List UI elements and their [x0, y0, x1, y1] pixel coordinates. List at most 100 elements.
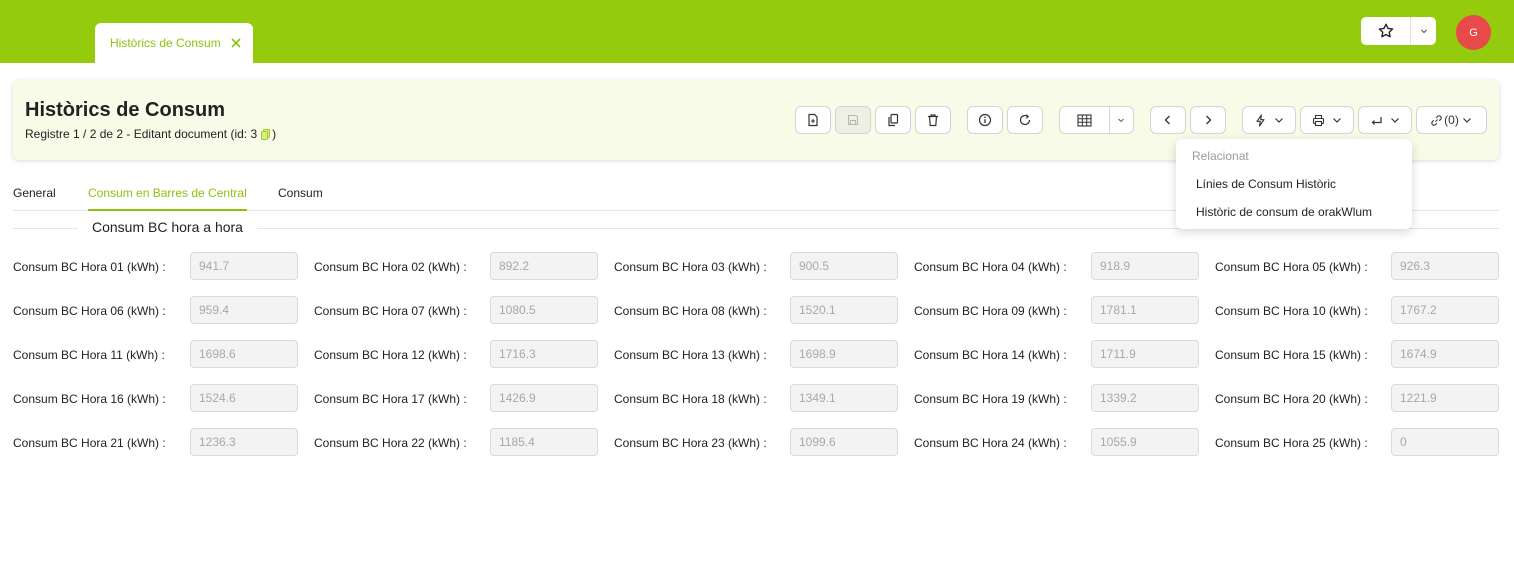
consum-hora-21-input[interactable]: 1236.3	[190, 428, 298, 456]
tab-general[interactable]: General	[13, 186, 56, 211]
trash-icon	[928, 114, 938, 127]
relate-button[interactable]	[1358, 106, 1412, 134]
field-label-hora-11: Consum BC Hora 11 (kWh) :	[13, 348, 165, 362]
links-button[interactable]: (0)	[1416, 106, 1487, 134]
close-icon[interactable]	[229, 36, 243, 50]
chevron-down-icon	[1118, 118, 1125, 123]
info-button[interactable]	[967, 106, 1003, 134]
chevron-down-icon	[1274, 118, 1283, 123]
consum-hora-23-input[interactable]: 1099.6	[790, 428, 898, 456]
consum-hora-22-input[interactable]: 1185.4	[490, 428, 598, 456]
document-tab[interactable]: Històrics de Consum	[95, 23, 253, 63]
favorites-menu-button[interactable]	[1411, 17, 1436, 45]
record-info: Registre 1 / 2 de 2 - Editant document (…	[25, 127, 276, 141]
section-title: Consum BC hora a hora	[78, 219, 257, 235]
related-dropdown: Relacionat Línies de Consum Històric His…	[1176, 139, 1412, 229]
avatar[interactable]: G	[1456, 15, 1491, 50]
chevron-down-icon	[1420, 29, 1427, 34]
consum-hora-02-input[interactable]: 892.2	[490, 252, 598, 280]
consum-hora-09-input[interactable]: 1781.1	[1091, 296, 1199, 324]
consum-hora-17-input[interactable]: 1426.9	[490, 384, 598, 412]
consum-hora-07-input[interactable]: 1080.5	[490, 296, 598, 324]
field-label-hora-05: Consum BC Hora 05 (kWh) :	[1215, 260, 1368, 274]
actions-button[interactable]	[1242, 106, 1296, 134]
chevron-down-icon	[1332, 118, 1341, 123]
field-label-hora-12: Consum BC Hora 12 (kWh) :	[314, 348, 467, 362]
previous-record-button[interactable]	[1150, 106, 1186, 134]
consum-hora-19-input[interactable]: 1339.2	[1091, 384, 1199, 412]
tab-consum[interactable]: Consum	[278, 186, 323, 211]
field-label-hora-15: Consum BC Hora 15 (kWh) :	[1215, 348, 1368, 362]
save-button[interactable]	[835, 106, 871, 134]
field-label-hora-24: Consum BC Hora 24 (kWh) :	[914, 436, 1067, 450]
table-view-button[interactable]	[1060, 107, 1109, 133]
field-label-hora-08: Consum BC Hora 08 (kWh) :	[614, 304, 767, 318]
consum-hora-08-input[interactable]: 1520.1	[790, 296, 898, 324]
dropdown-heading: Relacionat	[1192, 149, 1249, 163]
field-label-hora-06: Consum BC Hora 06 (kWh) :	[13, 304, 166, 318]
print-button[interactable]	[1300, 106, 1354, 134]
new-document-button[interactable]	[795, 106, 831, 134]
field-label-hora-03: Consum BC Hora 03 (kWh) :	[614, 260, 767, 274]
consum-hora-13-input[interactable]: 1698.9	[790, 340, 898, 368]
consum-hora-24-input[interactable]: 1055.9	[1091, 428, 1199, 456]
consum-hora-01-input[interactable]: 941.7	[190, 252, 298, 280]
field-label-hora-23: Consum BC Hora 23 (kWh) :	[614, 436, 767, 450]
top-bar: Històrics de Consum G	[0, 0, 1514, 63]
consum-hora-15-input[interactable]: 1674.9	[1391, 340, 1499, 368]
lightning-icon	[1255, 113, 1265, 127]
delete-button[interactable]	[915, 106, 951, 134]
consum-hora-03-input[interactable]: 900.5	[790, 252, 898, 280]
consum-hora-06-input[interactable]: 959.4	[190, 296, 298, 324]
field-label-hora-04: Consum BC Hora 04 (kWh) :	[914, 260, 1067, 274]
field-label-hora-17: Consum BC Hora 17 (kWh) :	[314, 392, 467, 406]
menu-item-consum-historic-lines[interactable]: Línies de Consum Històric	[1196, 177, 1336, 191]
menu-item-orakwlum-history[interactable]: Històric de consum de orakWlum	[1196, 205, 1372, 219]
enter-icon	[1371, 116, 1382, 125]
consum-hora-14-input[interactable]: 1711.9	[1091, 340, 1199, 368]
view-switcher	[1059, 106, 1134, 134]
next-record-button[interactable]	[1190, 106, 1226, 134]
links-count: (0)	[1444, 113, 1459, 127]
consum-hora-25-input[interactable]: 0	[1391, 428, 1499, 456]
record-info-text: Registre 1 / 2 de 2 - Editant document (…	[25, 127, 258, 141]
page-title: Històrics de Consum	[25, 99, 226, 121]
consum-hora-20-input[interactable]: 1221.9	[1391, 384, 1499, 412]
chevron-down-icon	[1462, 118, 1471, 123]
consum-hora-10-input[interactable]: 1767.2	[1391, 296, 1499, 324]
refresh-icon	[1019, 114, 1031, 126]
field-label-hora-09: Consum BC Hora 09 (kWh) :	[914, 304, 1067, 318]
reload-button[interactable]	[1007, 106, 1043, 134]
document-tab-label: Històrics de Consum	[110, 36, 221, 50]
field-label-hora-18: Consum BC Hora 18 (kWh) :	[614, 392, 767, 406]
field-label-hora-02: Consum BC Hora 02 (kWh) :	[314, 260, 467, 274]
field-label-hora-10: Consum BC Hora 10 (kWh) :	[1215, 304, 1368, 318]
consum-hora-16-input[interactable]: 1524.6	[190, 384, 298, 412]
field-label-hora-16: Consum BC Hora 16 (kWh) :	[13, 392, 166, 406]
duplicate-button[interactable]	[875, 106, 911, 134]
field-label-hora-14: Consum BC Hora 14 (kWh) :	[914, 348, 1067, 362]
info-icon	[978, 113, 992, 127]
field-label-hora-21: Consum BC Hora 21 (kWh) :	[13, 436, 166, 450]
star-icon	[1378, 23, 1393, 38]
duplicate-icon	[888, 113, 899, 127]
field-label-hora-01: Consum BC Hora 01 (kWh) :	[13, 260, 166, 274]
consum-hora-18-input[interactable]: 1349.1	[790, 384, 898, 412]
record-info-end: )	[272, 127, 277, 141]
copy-id-icon[interactable]	[261, 128, 271, 140]
favorite-button[interactable]	[1361, 17, 1411, 45]
chevron-right-icon	[1206, 115, 1212, 125]
tab-consum-barres-central[interactable]: Consum en Barres de Central	[88, 186, 247, 211]
field-label-hora-25: Consum BC Hora 25 (kWh) :	[1215, 436, 1368, 450]
consum-hora-12-input[interactable]: 1716.3	[490, 340, 598, 368]
table-icon	[1077, 113, 1092, 127]
field-label-hora-19: Consum BC Hora 19 (kWh) :	[914, 392, 1067, 406]
view-menu-button[interactable]	[1108, 107, 1133, 133]
chevron-left-icon	[1164, 115, 1170, 125]
field-label-hora-13: Consum BC Hora 13 (kWh) :	[614, 348, 767, 362]
field-label-hora-20: Consum BC Hora 20 (kWh) :	[1215, 392, 1368, 406]
consum-hora-04-input[interactable]: 918.9	[1091, 252, 1199, 280]
link-icon	[1431, 114, 1442, 126]
consum-hora-05-input[interactable]: 926.3	[1391, 252, 1499, 280]
consum-hora-11-input[interactable]: 1698.6	[190, 340, 298, 368]
